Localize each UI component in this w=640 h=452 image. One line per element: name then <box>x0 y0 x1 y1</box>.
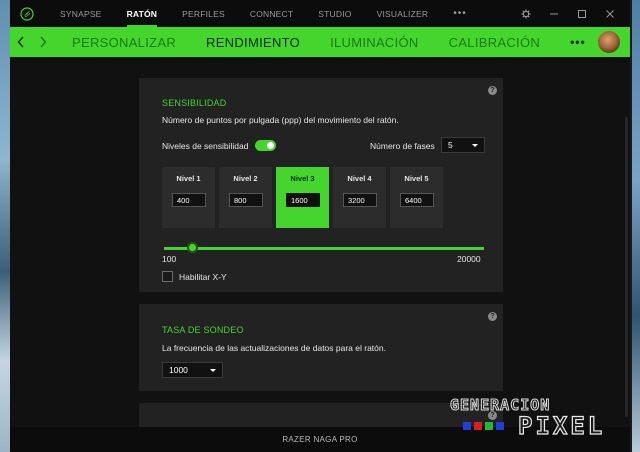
user-avatar[interactable] <box>598 31 620 53</box>
level-card-1[interactable]: Nivel 1 400 <box>162 167 215 228</box>
minimize-icon[interactable] <box>540 0 568 27</box>
level-dpi-input[interactable]: 3200 <box>343 193 377 207</box>
subtab-calibracion[interactable]: CALIBRACIÓN <box>449 35 540 50</box>
stages-label: Número de fases <box>370 141 435 151</box>
sensitivity-levels: Nivel 1 400 Nivel 2 800 Nivel 3 1600 Niv… <box>162 167 447 228</box>
synapse-window: SYNAPSE RATÓN PERFILES CONNECT STUDIO VI… <box>10 0 630 452</box>
watermark-pixel-green <box>485 422 493 430</box>
level-dpi-input[interactable]: 400 <box>172 193 206 207</box>
enable-xy-label: Habilitar X-Y <box>179 272 227 282</box>
level-card-5[interactable]: Nivel 5 6400 <box>390 167 443 228</box>
tab-raton[interactable]: RATÓN <box>126 0 158 27</box>
watermark-logo: GENERACION PIXEL <box>440 396 625 442</box>
title-bar: SYNAPSE RATÓN PERFILES CONNECT STUDIO VI… <box>10 0 630 27</box>
content-scrollbar[interactable] <box>625 117 628 417</box>
polling-rate-title: TASA DE SONDEO <box>162 325 244 335</box>
chevron-down-icon <box>210 369 216 372</box>
forward-arrow-icon[interactable] <box>32 27 54 57</box>
level-name: Nivel 3 <box>290 174 315 183</box>
level-name: Nivel 1 <box>176 174 201 183</box>
settings-gear-icon[interactable] <box>512 0 540 27</box>
level-name: Nivel 4 <box>347 174 372 183</box>
help-icon[interactable]: ? <box>488 312 497 321</box>
level-name: Nivel 2 <box>233 174 258 183</box>
stages-dropdown[interactable]: 5 <box>441 137 485 153</box>
close-icon[interactable] <box>596 0 624 27</box>
watermark-pixels <box>463 422 507 430</box>
window-controls <box>512 0 624 27</box>
sensitivity-levels-toggle[interactable] <box>255 140 276 151</box>
watermark-pixel-blue <box>463 422 471 430</box>
tab-perfiles[interactable]: PERFILES <box>182 0 225 27</box>
tab-studio[interactable]: STUDIO <box>318 0 351 27</box>
polling-rate-description: La frecuencia de las actualizaciones de … <box>162 343 386 353</box>
tab-connect[interactable]: CONNECT <box>250 0 293 27</box>
subtab-personalizar[interactable]: PERSONALIZAR <box>72 35 176 50</box>
main-content: ? SENSIBILIDAD Número de puntos por pulg… <box>10 57 630 433</box>
sensitivity-levels-label: Niveles de sensibilidad <box>162 141 249 151</box>
enable-xy-checkbox[interactable] <box>162 271 173 282</box>
sensitivity-title: SENSIBILIDAD <box>162 98 227 108</box>
sensitivity-panel: ? SENSIBILIDAD Número de puntos por pulg… <box>139 78 503 292</box>
desktop-background-left <box>0 0 10 452</box>
back-arrow-icon[interactable] <box>10 27 32 57</box>
sensitivity-description: Número de puntos por pulgada (ppp) del m… <box>162 115 399 125</box>
slider-max-label: 20000 <box>457 254 481 264</box>
top-navigation: SYNAPSE RATÓN PERFILES CONNECT STUDIO VI… <box>60 0 467 27</box>
polling-rate-dropdown[interactable]: 1000 <box>162 362 223 378</box>
stages-value: 5 <box>448 140 453 150</box>
device-name: RAZER NAGA PRO <box>282 435 358 444</box>
top-more-button[interactable]: ••• <box>453 8 467 19</box>
polling-rate-panel: ? TASA DE SONDEO La frecuencia de las ac… <box>139 304 503 391</box>
tab-visualizer[interactable]: VISUALIZER <box>377 0 429 27</box>
level-card-3[interactable]: Nivel 3 1600 <box>276 167 329 228</box>
watermark-pixel-blue-2 <box>496 422 504 430</box>
slider-min-label: 100 <box>162 254 177 264</box>
level-name: Nivel 5 <box>404 174 429 183</box>
sensitivity-slider-track[interactable] <box>164 247 484 250</box>
level-dpi-input[interactable]: 800 <box>229 193 263 207</box>
watermark-text-bottom: PIXEL <box>517 411 606 440</box>
watermark-pixel-red <box>474 422 482 430</box>
subtab-iluminacion[interactable]: ILUMINACIÓN <box>330 35 419 50</box>
subnav-more-button[interactable]: ••• <box>570 35 586 49</box>
desktop-background-right <box>632 0 640 452</box>
subtab-rendimiento[interactable]: RENDIMIENTO <box>206 35 300 50</box>
sensitivity-slider-handle[interactable] <box>187 242 198 253</box>
tab-synapse[interactable]: SYNAPSE <box>60 0 102 27</box>
sub-navigation: PERSONALIZAR RENDIMIENTO ILUMINACIÓN CAL… <box>10 27 630 57</box>
level-card-4[interactable]: Nivel 4 3200 <box>333 167 386 228</box>
chevron-down-icon <box>472 144 478 147</box>
level-card-2[interactable]: Nivel 2 800 <box>219 167 272 228</box>
maximize-icon[interactable] <box>568 0 596 27</box>
level-dpi-input[interactable]: 1600 <box>286 193 320 207</box>
razer-logo-icon[interactable] <box>10 0 44 27</box>
help-icon[interactable]: ? <box>488 86 497 95</box>
level-dpi-input[interactable]: 6400 <box>400 193 434 207</box>
polling-rate-value: 1000 <box>169 365 188 375</box>
